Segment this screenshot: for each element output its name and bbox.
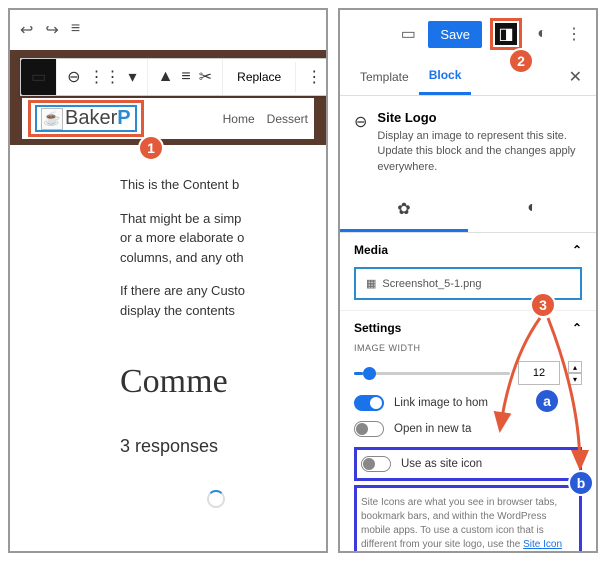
sidebar-toggle-callout: ◨ [490, 18, 522, 50]
page-body: This is the Content b That might be a si… [10, 145, 326, 518]
subtab-styles[interactable]: ◐ [468, 189, 596, 232]
body-p1: This is the Content b [120, 175, 312, 195]
site-title: BakerP [65, 107, 131, 130]
site-logo-icon: ⊖ [354, 112, 367, 175]
site-icon-callout-box: Use as site icon [354, 447, 582, 481]
toggle-link-home-switch[interactable] [354, 395, 384, 411]
sidebar-toggle-button[interactable]: ◨ [495, 23, 517, 45]
drag-icon[interactable]: ⋮⋮ [85, 63, 125, 91]
toggle-open-new-switch[interactable] [354, 421, 384, 437]
tab-template[interactable]: Template [350, 60, 419, 94]
callout-b: b [568, 470, 594, 496]
desktop-icon[interactable]: ▭ [396, 22, 420, 46]
align-icon[interactable]: ▭ [27, 63, 50, 91]
toggle-open-new: Open in new ta [354, 421, 582, 437]
callout-a: a [534, 388, 560, 414]
chevron-down-icon[interactable]: ▾ [125, 63, 141, 91]
block-desc: Display an image to represent this site.… [377, 129, 582, 175]
close-icon[interactable]: ✕ [565, 63, 586, 91]
media-heading[interactable]: Media⌃ [354, 243, 582, 257]
block-info: ⊖ Site Logo Display an image to represen… [340, 96, 596, 189]
body-p3: If there are any Custodisplay the conten… [120, 281, 312, 320]
help-callout-box: Site Icons are what you see in browser t… [354, 485, 582, 553]
logo-style-icon[interactable]: ⊖ [63, 63, 84, 91]
settings-heading[interactable]: Settings⌃ [354, 321, 582, 335]
chevron-up-icon: ⌃ [572, 321, 582, 335]
header-band: ▭ ⊖ ⋮⋮ ▾ ▲ ≡ ✂ Replace ⋮ ☕ BakerP [10, 50, 326, 145]
subtab-settings[interactable]: ✿ [340, 189, 468, 232]
logo-nav-row: ☕ BakerP Home Dessert [22, 98, 314, 139]
settings-section: Settings⌃ IMAGE WIDTH 12 ▴▾ Link image t… [340, 311, 596, 553]
settings-tabs: Template Block ✕ [340, 58, 596, 96]
settings-header: ▭ Save ◨ ◐ ⋮ [340, 10, 596, 58]
nav-home[interactable]: Home [223, 112, 255, 126]
callout-3: 3 [530, 292, 556, 318]
tab-block[interactable]: Block [419, 58, 472, 95]
toggle-open-new-label: Open in new ta [394, 423, 471, 435]
block-title: Site Logo [377, 110, 582, 125]
replace-button[interactable]: Replace [229, 66, 289, 88]
redo-icon[interactable]: ↪ [45, 20, 58, 40]
toggle-link-home-label: Link image to hom [394, 397, 488, 409]
callout-2: 2 [508, 48, 534, 74]
toggle-site-icon-label: Use as site icon [401, 458, 482, 470]
body-p2: That might be a simpor a more elaborate … [120, 209, 312, 268]
editor-panel: ↩ ↪ ≡ ▭ ⊖ ⋮⋮ ▾ ▲ ≡ ✂ Replace ⋮ ☕ BakerP [8, 8, 328, 553]
logo-image[interactable]: ☕ [41, 108, 63, 130]
image-width-input[interactable]: 12 [518, 361, 560, 385]
save-button[interactable]: Save [428, 21, 482, 48]
crop-icon[interactable]: ✂ [195, 63, 216, 91]
comments-heading: Comme [120, 356, 312, 407]
chevron-up-icon: ⌃ [572, 243, 582, 257]
contrast-icon[interactable]: ◐ [530, 22, 554, 46]
caution-icon[interactable]: ▲ [154, 64, 178, 90]
block-subtabs: ✿ ◐ [340, 189, 596, 233]
logo-selection[interactable]: ☕ BakerP [35, 105, 137, 132]
settings-panel: ▭ Save ◨ ◐ ⋮ Template Block ✕ ⊖ Site Log… [338, 8, 598, 553]
width-stepper[interactable]: ▴▾ [568, 361, 582, 385]
image-width-label: IMAGE WIDTH [354, 343, 582, 353]
options-icon[interactable]: ⋮ [562, 22, 586, 46]
details-icon[interactable]: ≡ [71, 20, 80, 40]
block-toolbar: ▭ ⊖ ⋮⋮ ▾ ▲ ≡ ✂ Replace ⋮ [20, 58, 328, 96]
editor-topbar: ↩ ↪ ≡ [10, 10, 326, 50]
more-icon[interactable]: ⋮ [302, 63, 326, 91]
nav-dessert[interactable]: Dessert [267, 112, 308, 126]
callout-1: 1 [138, 135, 164, 161]
align-text-icon[interactable]: ≡ [177, 64, 194, 90]
loading-spinner [207, 490, 225, 508]
image-width-row: 12 ▴▾ [354, 361, 582, 385]
toggle-site-icon: Use as site icon [361, 456, 575, 472]
image-icon: ▦ [366, 277, 376, 290]
image-width-slider[interactable] [354, 372, 510, 375]
responses-count: 3 responses [120, 433, 312, 460]
nav-links: Home Dessert [223, 112, 308, 126]
undo-icon[interactable]: ↩ [20, 20, 33, 40]
toggle-site-icon-switch[interactable] [361, 456, 391, 472]
logo-callout-box: ☕ BakerP [28, 100, 144, 137]
site-icon-help: Site Icons are what you see in browser t… [361, 496, 575, 553]
media-section: Media⌃ ▦ Screenshot_5-1.png [340, 233, 596, 311]
